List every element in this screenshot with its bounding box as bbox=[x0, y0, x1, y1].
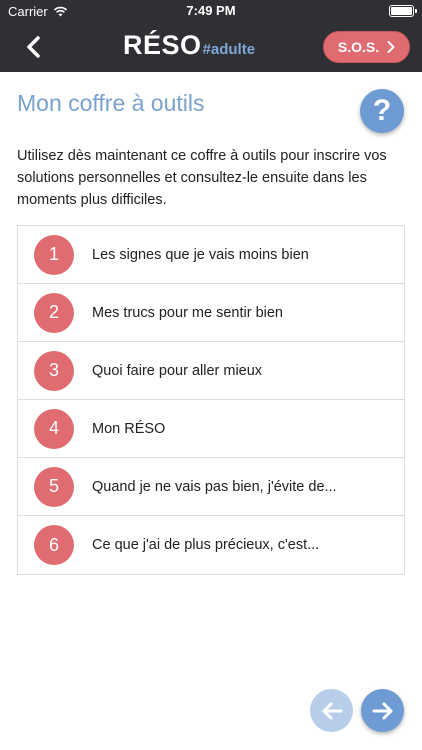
battery-icon bbox=[389, 5, 417, 17]
logo-tag: #adulte bbox=[202, 41, 256, 58]
logo-main: RÉSO bbox=[123, 30, 202, 60]
intro-text: Utilisez dès maintenant ce coffre à outi… bbox=[17, 148, 387, 208]
sos-button[interactable]: S.O.S. bbox=[323, 31, 410, 63]
status-time: 7:49 PM bbox=[186, 3, 236, 18]
tool-item-1[interactable]: 1 Les signes que je vais moins bien bbox=[18, 226, 404, 284]
tool-label: Les signes que je vais moins bien bbox=[92, 246, 309, 263]
tool-label: Quand je ne vais pas bien, j'évite de... bbox=[92, 478, 337, 495]
chevron-left-icon bbox=[27, 36, 40, 58]
number-badge: 6 bbox=[34, 525, 74, 565]
tool-label: Quoi faire pour aller mieux bbox=[92, 362, 263, 379]
number-badge: 1 bbox=[34, 234, 74, 275]
sos-label: S.O.S. bbox=[337, 39, 380, 55]
number-badge: 3 bbox=[34, 350, 74, 391]
status-bar: Carrier 7:49 PM bbox=[0, 0, 422, 22]
tool-list: 1 Les signes que je vais moins bien 2 Me… bbox=[17, 225, 405, 575]
tool-label: Mes trucs pour me sentir bien bbox=[92, 304, 283, 321]
arrow-right-icon bbox=[372, 702, 392, 719]
tool-item-3[interactable]: 3 Quoi faire pour aller mieux bbox=[18, 342, 404, 400]
previous-button[interactable] bbox=[310, 689, 353, 732]
chevron-right-icon bbox=[387, 41, 395, 53]
tool-item-6[interactable]: 6 Ce que j'ai de plus précieux, c'est... bbox=[18, 516, 404, 574]
page-title: Mon coffre à outils bbox=[17, 90, 205, 116]
app-logo: RÉSO #adulte bbox=[123, 30, 255, 61]
help-button[interactable]: ? bbox=[360, 89, 404, 133]
number-badge: 4 bbox=[34, 408, 74, 449]
arrow-left-icon bbox=[322, 702, 342, 719]
tool-label: Mon RÉSO bbox=[92, 420, 166, 437]
number-badge: 2 bbox=[34, 292, 74, 333]
next-button[interactable] bbox=[361, 689, 404, 732]
tool-item-5[interactable]: 5 Quand je ne vais pas bien, j'évite de.… bbox=[18, 458, 404, 516]
question-mark-icon: ? bbox=[372, 94, 392, 127]
tool-item-2[interactable]: 2 Mes trucs pour me sentir bien bbox=[18, 284, 404, 342]
tool-label: Ce que j'ai de plus précieux, c'est... bbox=[92, 537, 320, 553]
back-button[interactable] bbox=[18, 32, 48, 62]
number-badge: 5 bbox=[34, 466, 74, 507]
tool-item-4[interactable]: 4 Mon RÉSO bbox=[18, 400, 404, 458]
nav-bar: RÉSO #adulte S.O.S. bbox=[0, 22, 422, 72]
